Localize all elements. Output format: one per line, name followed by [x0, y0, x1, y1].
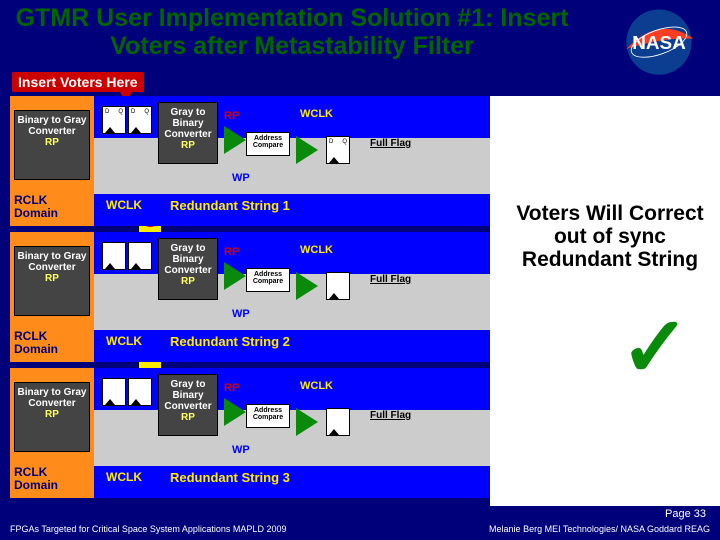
wclk-top-label: WCLK [300, 108, 333, 120]
rp-label: RP [224, 110, 239, 122]
comparator-icon [296, 136, 318, 164]
dff-icon: DQ [326, 136, 350, 164]
page-number: Page 33 [665, 508, 706, 520]
rclk-domain-label: RCLKDomain [14, 194, 58, 219]
wclk-label-band [94, 194, 490, 226]
footer-right: Melanie Berg MEI Technologies/ NASA Godd… [489, 524, 710, 534]
side-note-text: Voters Will Correct out of sync Redundan… [510, 202, 710, 271]
nasa-logo: NASA [616, 6, 702, 78]
footer-left: FPGAs Targeted for Critical Space System… [10, 524, 286, 534]
full-flag-label: Full Flag [370, 138, 411, 149]
dff-icon [128, 378, 152, 406]
comparator-icon [224, 262, 246, 290]
dff-icon: DQ [102, 106, 126, 134]
binary-to-gray-block: Binary to Gray ConverterRP [14, 110, 90, 180]
redundant-string-3: Binary to Gray ConverterRP Gray to Binar… [10, 368, 490, 498]
dff-icon [326, 272, 350, 300]
redundant-string-1: Binary to Gray ConverterRP DQ DQ Gray to… [10, 96, 490, 226]
redundant-string-2: Binary to Gray ConverterRP Gray to Binar… [10, 232, 490, 362]
dff-icon [128, 242, 152, 270]
comparator-icon [296, 272, 318, 300]
dff-icon [102, 242, 126, 270]
address-compare-block: Address Compare [246, 132, 290, 156]
gray-to-binary-block: Gray to Binary ConverterRP [158, 102, 218, 164]
checkmark-icon: ✓ [620, 298, 690, 396]
comparator-icon [224, 398, 246, 426]
comparator-icon [296, 408, 318, 436]
dff-icon [102, 378, 126, 406]
wp-label: WP [232, 172, 250, 184]
block-diagram: Binary to Gray ConverterRP DQ DQ Gray to… [10, 96, 490, 506]
wclk-mid-band [94, 138, 490, 194]
comparator-icon [224, 126, 246, 154]
wclk-top-band [94, 96, 490, 138]
wclk-label: WCLK [106, 198, 142, 212]
dff-icon: DQ [128, 106, 152, 134]
slide-title: GTMR User Implementation Solution #1: In… [12, 4, 572, 60]
redundant-string-label: Redundant String 1 [170, 198, 290, 213]
svg-text:NASA: NASA [632, 33, 686, 54]
insert-voters-callout: Insert Voters Here [12, 72, 144, 92]
dff-icon [326, 408, 350, 436]
